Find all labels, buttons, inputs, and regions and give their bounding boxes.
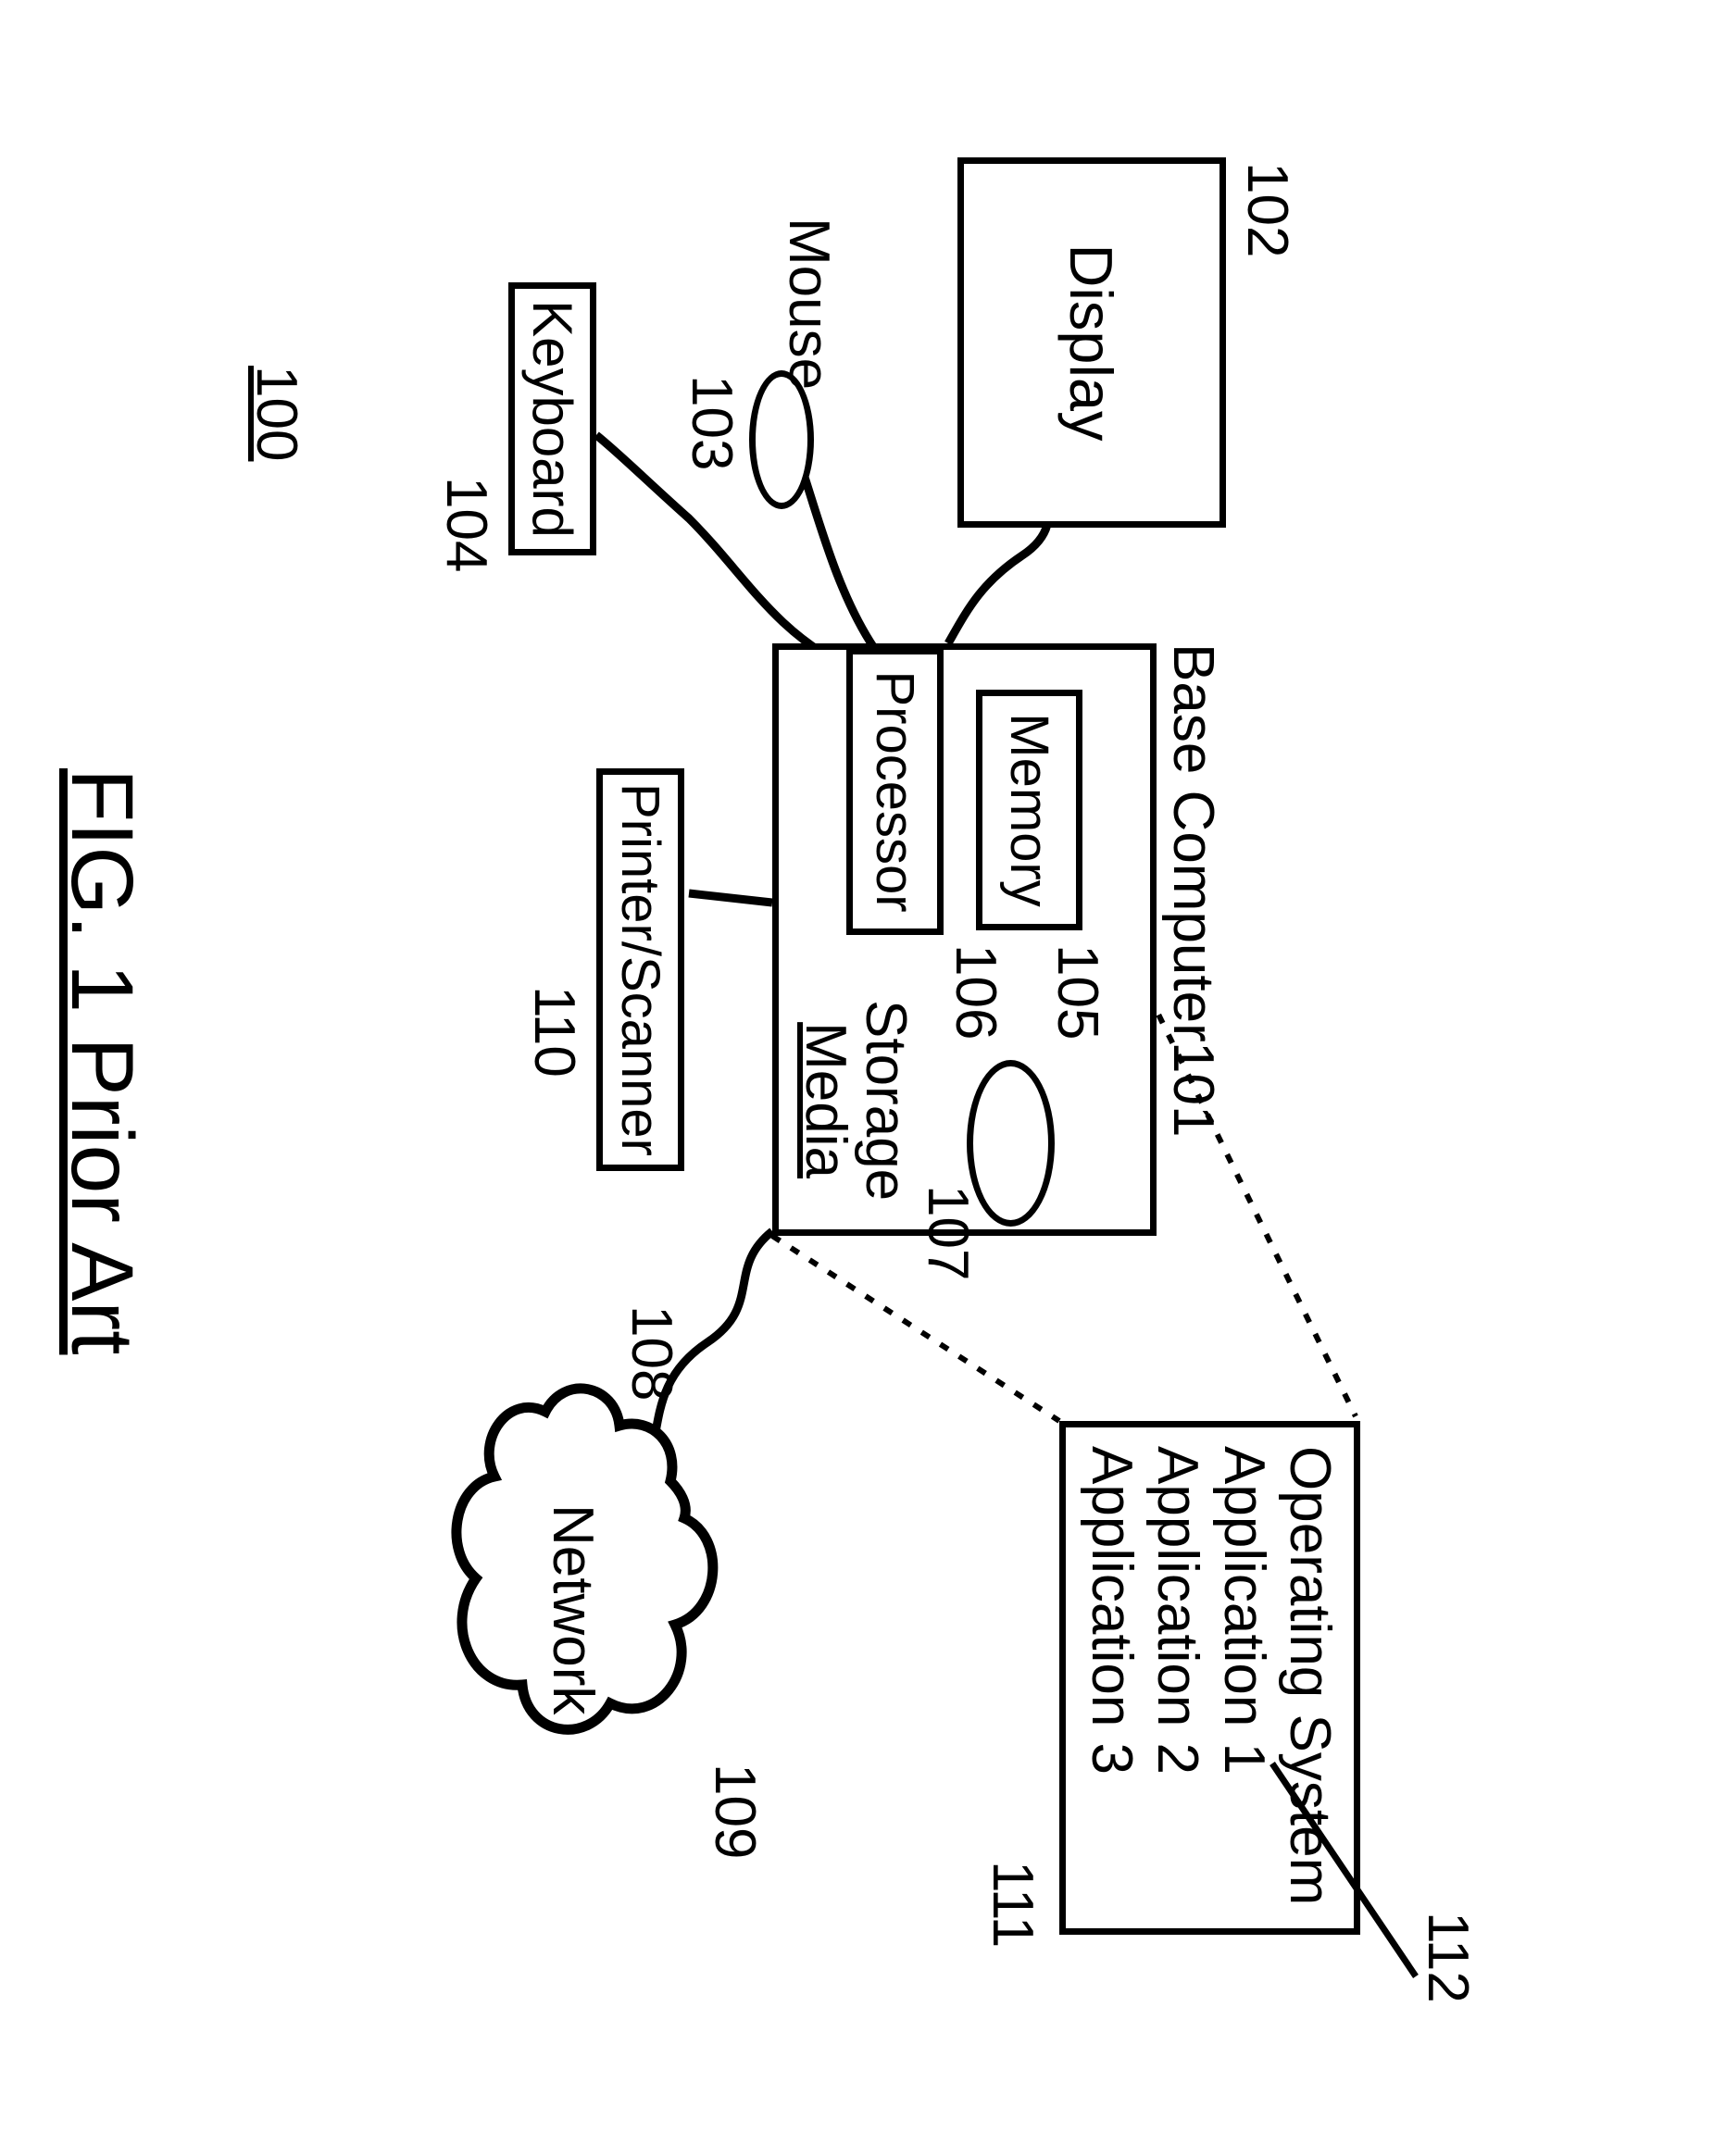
ref-109: 109 [702, 1763, 768, 1859]
ref-101: 101 [1160, 1041, 1226, 1137]
diagram-canvas: Display 102 Mouse 103 Keyboard 104 Base … [0, 0, 1726, 1726]
mouse-label: Mouse [776, 218, 842, 390]
conn-processor-mouse [800, 463, 874, 648]
base-computer-title: Base Computer [1160, 643, 1226, 1042]
network-label: Network [540, 1504, 606, 1714]
keyboard-label: Keyboard [520, 300, 584, 538]
software-line-3: Application 3 [1079, 1446, 1144, 1910]
software-box: Operating System Application 1 Applicati… [1059, 1421, 1360, 1935]
storage-label-2: Media [795, 1000, 856, 1201]
ref-100: 100 [244, 366, 309, 461]
ref-104: 104 [433, 477, 499, 572]
ref-110: 110 [521, 986, 587, 1078]
storage-label-block: Storage Media [795, 1000, 916, 1201]
memory-box: Memory [976, 690, 1082, 930]
ref-111: 111 [980, 1861, 1045, 1948]
ref-103: 103 [679, 375, 744, 470]
keyboard-box: Keyboard [508, 282, 596, 555]
ref-112: 112 [1415, 1912, 1481, 2003]
ref-105: 105 [1044, 944, 1110, 1040]
ref-107: 107 [915, 1185, 981, 1280]
display-label: Display [1057, 243, 1127, 441]
software-line-0: Operating System [1277, 1446, 1343, 1910]
memory-label: Memory [998, 713, 1060, 906]
ref-102: 102 [1234, 162, 1300, 257]
mouse-ellipse [749, 370, 814, 509]
software-line-2: Application 2 [1144, 1446, 1210, 1910]
storage-label-1: Storage [856, 1000, 916, 1201]
processor-label: Processor [864, 670, 926, 912]
software-line-1: Application 1 [1210, 1446, 1276, 1910]
processor-box: Processor [846, 648, 944, 935]
conn-computer-printer [689, 893, 772, 903]
display-box: Display [957, 157, 1226, 528]
printer-box: Printer/Scanner [596, 768, 684, 1171]
ref-108: 108 [619, 1305, 684, 1401]
ref-106: 106 [943, 944, 1008, 1040]
figure-title: FIG. 1 Prior Art [51, 768, 152, 1354]
printer-label: Printer/Scanner [609, 783, 671, 1156]
